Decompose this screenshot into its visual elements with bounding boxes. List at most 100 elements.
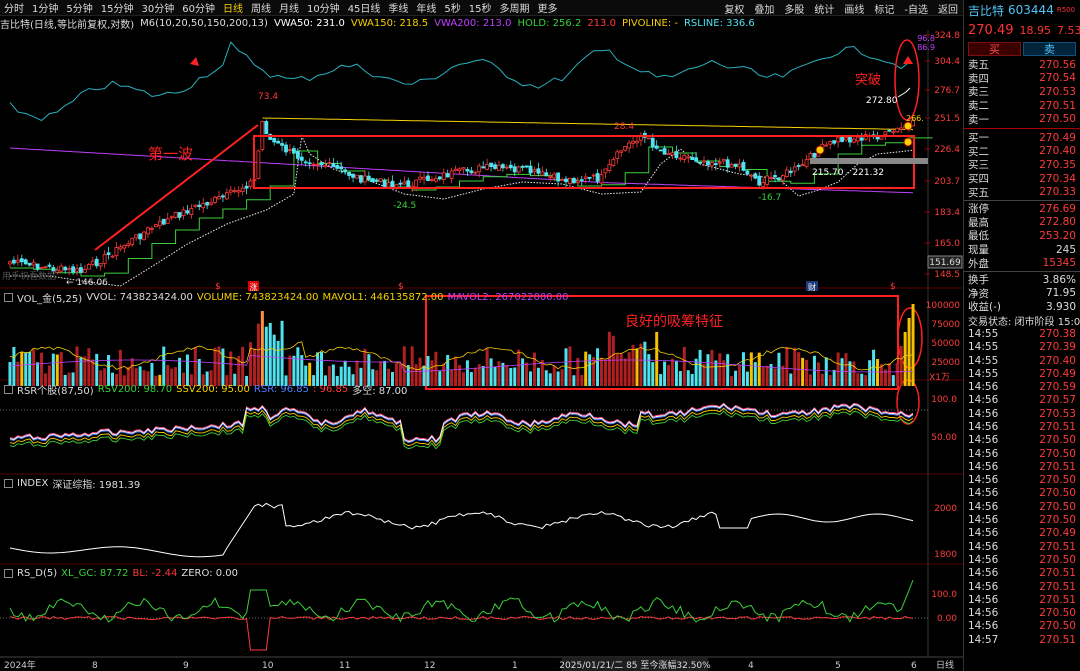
- candle-body: [280, 143, 284, 146]
- volume-bar: [647, 354, 651, 386]
- ask-row[interactable]: 卖四 270.54: [964, 72, 1080, 86]
- volume-bar: [698, 349, 702, 386]
- annotation-range: 215.70 - 221.32: [812, 168, 884, 178]
- volume-bar: [761, 366, 765, 386]
- annotation-high: 73.4: [258, 92, 278, 102]
- index-axis-label: 1800: [934, 550, 957, 560]
- stat-row[interactable]: 净资 71.95: [964, 287, 1080, 301]
- candle-body: [213, 196, 217, 203]
- bid-row[interactable]: 买一 270.49: [964, 131, 1080, 145]
- volume-bar: [603, 360, 607, 386]
- price-axis-label: 276.7: [934, 86, 960, 96]
- candle-body: [713, 163, 718, 166]
- stat-row[interactable]: 收益(-) 3.930: [964, 300, 1080, 314]
- candle-body: [792, 166, 797, 172]
- price-pct: 7.53%: [1057, 23, 1080, 37]
- volume-bar: [824, 357, 828, 386]
- tick-list[interactable]: 14:55 270.38 14:55 270.39 14:55 270.40 14:55 27…: [964, 327, 1080, 646]
- volume-bar: [497, 361, 501, 386]
- date-axis-label: 日线: [936, 659, 954, 671]
- ask-row[interactable]: 卖一 270.50: [964, 112, 1080, 126]
- row-value: 15345: [1042, 257, 1076, 270]
- candle-body: [165, 218, 170, 224]
- panel-toggle-icon[interactable]: [4, 569, 13, 578]
- bid-row[interactable]: 买四 270.34: [964, 172, 1080, 186]
- candle-body: [142, 231, 146, 240]
- rsr-label: RSR: 96.85: [253, 384, 310, 395]
- volume-bar: [107, 355, 111, 386]
- panel-toggle-icon[interactable]: [4, 385, 13, 394]
- volume-bar: [584, 351, 588, 386]
- volume-bar: [828, 375, 832, 386]
- row-value: 270.49: [1039, 131, 1076, 144]
- tick-row: 14:56 270.50: [968, 447, 1076, 460]
- stats-list: 涨停 276.69 最高 272.80 最低 253.20 现量 245 外盘 15345: [964, 202, 1080, 270]
- row-value: 270.33: [1039, 186, 1076, 199]
- volume-bar: [852, 361, 856, 386]
- volume-bar: [619, 352, 623, 386]
- candle-body: [591, 174, 596, 177]
- stat-row[interactable]: 换手 3.86%: [964, 273, 1080, 287]
- candle-body: [784, 169, 789, 177]
- stat-row[interactable]: 现量 245: [964, 243, 1080, 257]
- volume-bar: [876, 359, 880, 386]
- volume-bar: [734, 370, 738, 386]
- ask-row[interactable]: 卖二 270.51: [964, 99, 1080, 113]
- candle-body: [796, 165, 801, 167]
- vol-header: VOL_金(5,25) VVOL: 743823424.00 VOLUME: 7…: [0, 291, 572, 305]
- buy-button[interactable]: 买: [968, 42, 1021, 56]
- candle-body: [47, 264, 52, 267]
- volume-bar: [836, 352, 840, 386]
- stock-name: 吉比特: [968, 3, 1005, 18]
- volume-bar: [785, 346, 789, 386]
- stat-row[interactable]: 外盘 15345: [964, 256, 1080, 270]
- candle-body: [114, 247, 119, 257]
- candle-body: [351, 173, 355, 178]
- candle-body: [741, 162, 746, 171]
- sell-button[interactable]: 卖: [1023, 42, 1076, 56]
- candle-body: [185, 210, 190, 214]
- candle-body: [90, 260, 95, 265]
- volume-bar: [812, 355, 816, 386]
- panel-toggle-icon[interactable]: [4, 479, 13, 488]
- volume-bar: [694, 358, 698, 386]
- bid-row[interactable]: 买三 270.35: [964, 158, 1080, 172]
- r-badge: R500: [1056, 6, 1076, 14]
- bid-row[interactable]: 买五 270.33: [964, 185, 1080, 199]
- date-axis-label: 8: [92, 661, 98, 671]
- candle-body: [646, 137, 651, 140]
- stat-row[interactable]: 涨停 276.69: [964, 202, 1080, 216]
- price-axis-label: 203.7: [934, 177, 960, 187]
- candle-body: [35, 263, 40, 270]
- ask-row[interactable]: 卖三 270.53: [964, 85, 1080, 99]
- rsr-header: RSR个股(87,50) RSV200: 98.70 SSV200: 95.00…: [0, 383, 411, 397]
- volume-bar: [635, 348, 639, 386]
- volume-bar: [363, 348, 367, 386]
- volume-bar: [536, 367, 540, 386]
- volume-bar: [185, 354, 189, 386]
- candle-body: [812, 152, 817, 158]
- bid-row[interactable]: 买二 270.40: [964, 145, 1080, 159]
- candle-body: [844, 137, 848, 141]
- candle-body: [366, 175, 371, 180]
- candle-body: [828, 141, 833, 145]
- stat-row[interactable]: 最高 272.80: [964, 216, 1080, 230]
- volume-bar: [872, 349, 876, 386]
- candle-body: [319, 162, 324, 166]
- panel-toggle-icon[interactable]: [4, 293, 13, 302]
- candle-body: [299, 156, 304, 161]
- volume-bar: [316, 352, 320, 386]
- wave-trend-line: [94, 124, 259, 251]
- tick-row: 14:56 270.50: [968, 514, 1076, 527]
- volume-bar: [572, 375, 576, 386]
- row-label: 买五: [968, 186, 989, 199]
- tick-row: 14:55 270.39: [968, 341, 1076, 354]
- stat-row[interactable]: 最低 253.20: [964, 229, 1080, 243]
- candle-body: [800, 164, 805, 167]
- candle-body: [335, 165, 340, 169]
- ask-row[interactable]: 卖五 270.56: [964, 58, 1080, 72]
- annotation-low: -16.7: [758, 193, 781, 203]
- volume-bar: [741, 352, 745, 386]
- zero-label: ZERO: 0.00: [181, 568, 239, 579]
- row-label: 外盘: [968, 257, 989, 270]
